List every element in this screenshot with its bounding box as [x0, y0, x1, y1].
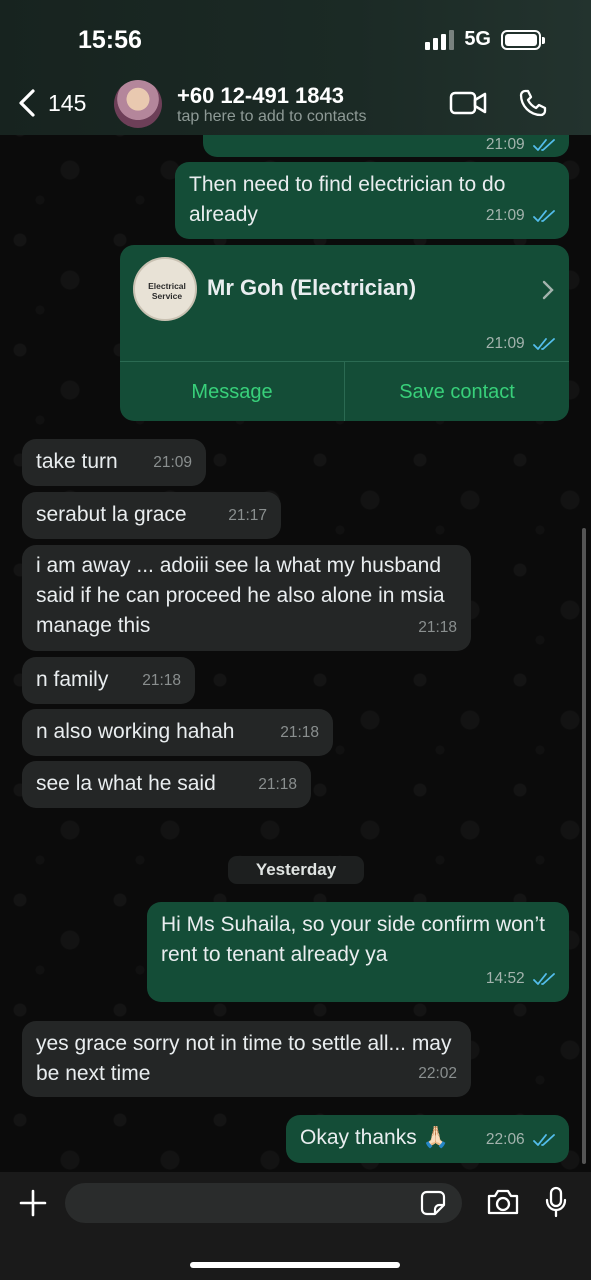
sticker-icon[interactable] — [420, 1190, 446, 1216]
read-ticks-icon — [533, 1134, 555, 1146]
message-meta: 22:06 — [486, 1125, 555, 1155]
status-time: 15:56 — [78, 26, 142, 54]
back-button[interactable]: 145 — [16, 88, 86, 118]
unread-count: 145 — [48, 89, 87, 116]
message-meta: 21:09 — [486, 335, 555, 353]
message-text: n also working hahah — [36, 720, 235, 743]
chevron-right-icon — [542, 280, 554, 300]
home-indicator[interactable] — [190, 1262, 400, 1268]
plus-icon[interactable] — [18, 1188, 48, 1218]
read-ticks-icon — [533, 210, 555, 222]
contact-subtitle[interactable]: tap here to add to contacts — [177, 108, 366, 126]
message-bubble-incoming[interactable]: n also working hahah 21:18 — [22, 709, 333, 756]
save-contact-button[interactable]: Save contact — [345, 381, 569, 404]
message-bubble-incoming[interactable]: yes grace sorry not in time to settle al… — [22, 1021, 471, 1097]
message-bubble-incoming[interactable]: i am away ... adoiii see la what my husb… — [22, 545, 471, 651]
message-time: 21:18 — [142, 672, 181, 689]
message-meta: 21:09 — [486, 201, 555, 231]
message-text: Hi Ms Suhaila, so your side confirm won’… — [161, 913, 545, 966]
contact-number[interactable]: +60 12-491 1843 — [177, 83, 344, 109]
video-call-icon[interactable] — [449, 90, 487, 116]
message-text: yes grace sorry not in time to settle al… — [36, 1032, 452, 1085]
message-time: 21:17 — [228, 507, 267, 524]
message-bubble-outgoing[interactable]: Hi Ms Suhaila, so your side confirm won’… — [147, 902, 569, 1002]
message-bubble-incoming[interactable]: n family 21:18 — [22, 657, 195, 704]
shared-contact-avatar: Electrical Service — [133, 257, 197, 321]
date-separator: Yesterday — [228, 856, 364, 884]
chat-header: 15:56 5G 145 +60 12-491 1843 tap here to… — [0, 0, 591, 135]
message-bubble-outgoing[interactable]: Then need to find electrician to do alre… — [175, 162, 569, 239]
phone-call-icon[interactable] — [518, 88, 548, 118]
message-text: take turn — [36, 450, 118, 473]
signal-icon — [425, 29, 455, 50]
read-ticks-icon — [533, 139, 555, 151]
camera-icon[interactable] — [486, 1188, 520, 1216]
status-indicators: 5G — [425, 28, 545, 51]
back-chevron-icon — [19, 89, 35, 117]
microphone-icon[interactable] — [544, 1186, 568, 1218]
message-text: Okay thanks 🙏🏻 — [300, 1126, 449, 1149]
contact-avatar[interactable] — [114, 80, 162, 128]
message-text: n family — [36, 668, 109, 691]
battery-icon — [501, 29, 545, 50]
message-time: 21:18 — [418, 619, 457, 636]
message-bubble-incoming[interactable]: take turn 21:09 — [22, 439, 206, 486]
message-time: 21:18 — [280, 724, 319, 741]
scrollbar[interactable] — [582, 528, 586, 1164]
message-bubble-incoming[interactable]: serabut la grace 21:17 — [22, 492, 281, 539]
message-bubble-incoming[interactable]: see la what he said 21:18 — [22, 761, 311, 808]
shared-contact-card[interactable]: Electrical Service Mr Goh (Electrician) … — [120, 245, 569, 421]
message-time: 22:02 — [418, 1065, 457, 1082]
message-text: serabut la grace — [36, 503, 187, 526]
message-time: 21:09 — [153, 454, 192, 471]
message-input[interactable] — [65, 1183, 462, 1223]
read-ticks-icon — [533, 973, 555, 985]
read-ticks-icon — [533, 338, 555, 350]
message-time: 21:18 — [258, 776, 297, 793]
message-meta: 14:52 — [486, 964, 555, 994]
message-bubble-outgoing[interactable]: Okay thanks 🙏🏻 22:06 — [286, 1115, 569, 1163]
message-contact-button[interactable]: Message — [120, 381, 344, 404]
message-text: i am away ... adoiii see la what my husb… — [36, 554, 445, 637]
shared-contact-name: Mr Goh (Electrician) — [207, 275, 417, 300]
message-text: see la what he said — [36, 772, 216, 795]
network-label: 5G — [464, 28, 491, 50]
